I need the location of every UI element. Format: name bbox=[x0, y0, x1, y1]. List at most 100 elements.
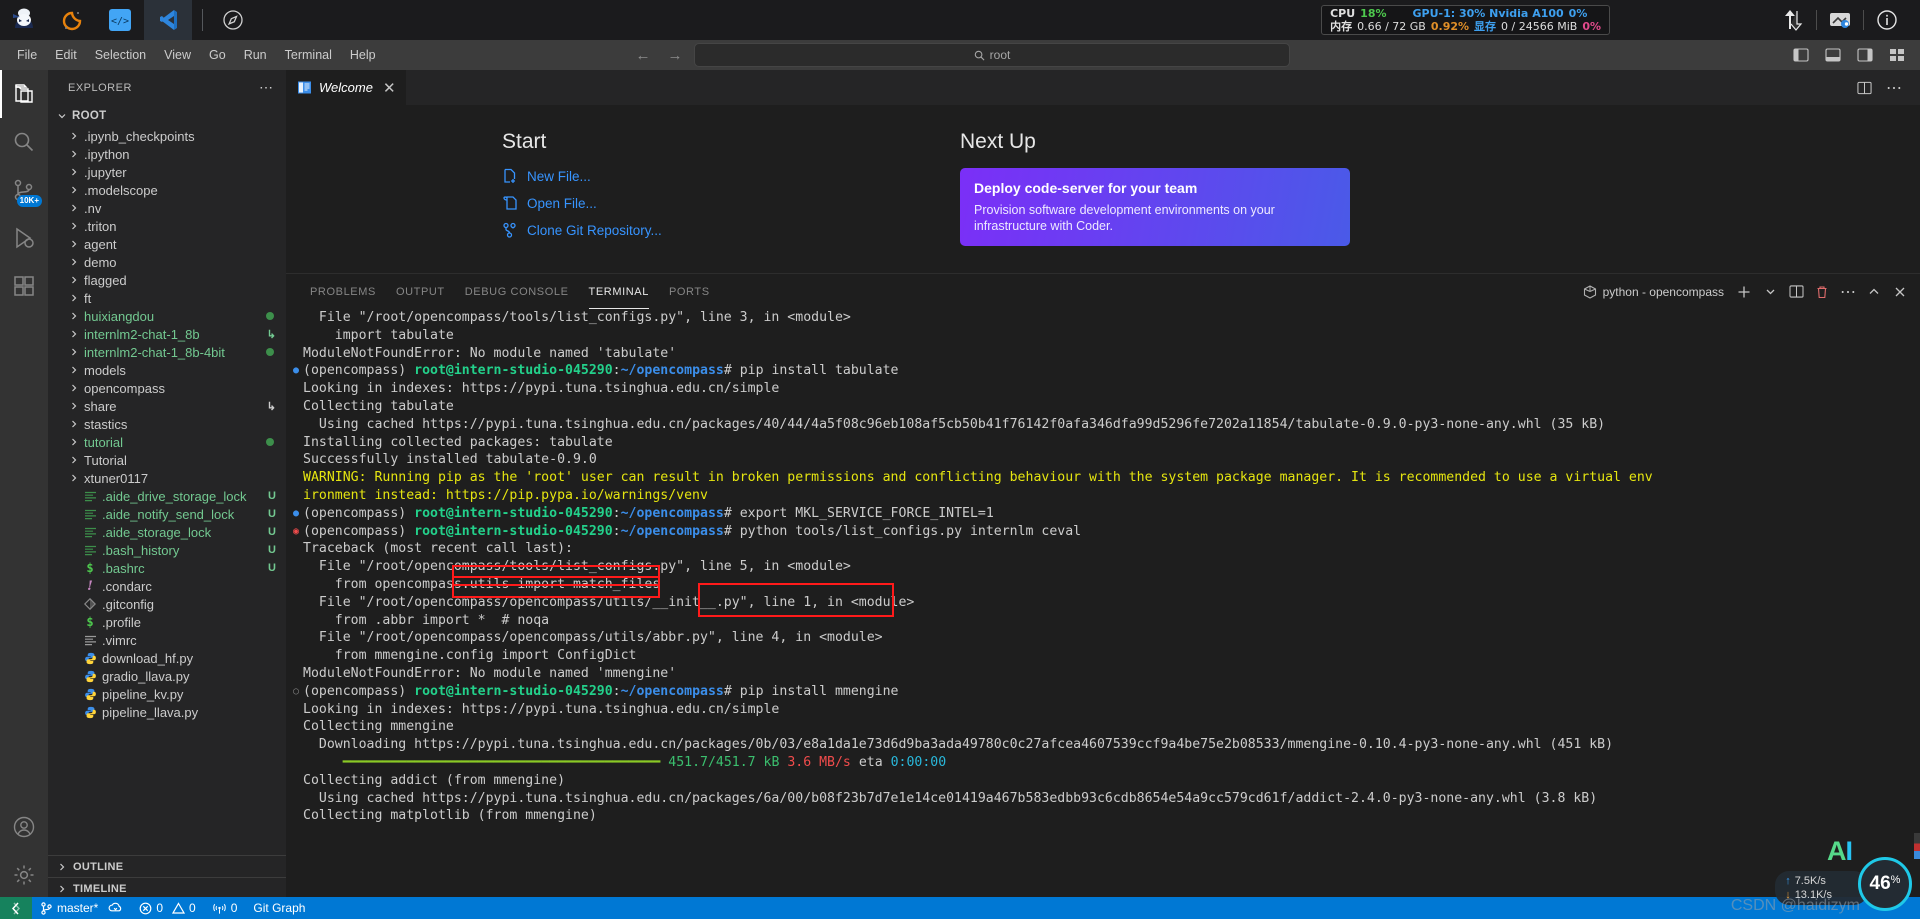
maximize-panel-icon[interactable] bbox=[1862, 278, 1886, 306]
upload-download-icon[interactable] bbox=[1770, 0, 1816, 40]
chevron-down-icon[interactable] bbox=[1758, 278, 1782, 306]
tree-folder-row[interactable]: demo bbox=[48, 253, 286, 271]
timeline-section[interactable]: TIMELINE bbox=[48, 877, 286, 899]
tree-file-row[interactable]: .bash_history U bbox=[48, 541, 286, 559]
tab-terminal[interactable]: TERMINAL bbox=[579, 274, 659, 309]
new-terminal-icon[interactable] bbox=[1732, 278, 1756, 306]
tree-folder-row[interactable]: opencompass bbox=[48, 379, 286, 397]
tree-file-row[interactable]: pipeline_llava.py bbox=[48, 703, 286, 721]
tab-problems[interactable]: PROBLEMS bbox=[300, 274, 386, 309]
explorer-root-row[interactable]: ROOT bbox=[48, 105, 286, 127]
tree-file-row[interactable]: download_hf.py bbox=[48, 649, 286, 667]
tree-file-row[interactable]: ! .condarc bbox=[48, 577, 286, 595]
menu-item-terminal[interactable]: Terminal bbox=[276, 44, 341, 66]
menu-item-edit[interactable]: Edit bbox=[46, 44, 86, 66]
tree-file-row[interactable]: gradio_llava.py bbox=[48, 667, 286, 685]
sidebar-item-accounts[interactable] bbox=[0, 803, 48, 851]
tree-file-row[interactable]: .vimrc bbox=[48, 631, 286, 649]
tree-folder-row[interactable]: ft bbox=[48, 289, 286, 307]
welcome-link-new-file[interactable]: New File... bbox=[502, 168, 662, 184]
arrow-left-icon[interactable]: ← bbox=[630, 44, 656, 66]
tree-folder-row[interactable]: stastics bbox=[48, 415, 286, 433]
tree-folder-row[interactable]: .modelscope bbox=[48, 181, 286, 199]
tree-folder-row[interactable]: agent bbox=[48, 235, 286, 253]
problems-indicator[interactable]: 0 0 bbox=[131, 897, 203, 919]
welcome-link-open-file[interactable]: Open File... bbox=[502, 195, 662, 211]
tab-debug-console[interactable]: DEBUG CONSOLE bbox=[455, 274, 579, 309]
code-logo-icon[interactable]: </> bbox=[96, 0, 144, 40]
sidebar-item-source-control[interactable]: 10K+ bbox=[0, 166, 48, 214]
sidebar-item-manage[interactable] bbox=[0, 851, 48, 899]
toggle-secondary-sidebar-icon[interactable] bbox=[1850, 43, 1880, 67]
quick-search-input[interactable]: root bbox=[694, 43, 1290, 67]
outline-section[interactable]: OUTLINE bbox=[48, 855, 286, 877]
tree-folder-row[interactable]: huixiangdou bbox=[48, 307, 286, 325]
split-editor-icon[interactable] bbox=[1850, 70, 1878, 105]
menu-item-go[interactable]: Go bbox=[200, 44, 235, 66]
terminal-text-span: File "/root/opencompass/tools/list_confi… bbox=[303, 559, 851, 575]
tree-folder-row[interactable]: flagged bbox=[48, 271, 286, 289]
tree-folder-row[interactable]: share ↳ bbox=[48, 397, 286, 415]
terminal-output[interactable]: File "/root/opencompass/tools/list_confi… bbox=[286, 309, 1920, 899]
sidebar-item-extensions[interactable] bbox=[0, 262, 48, 310]
info-icon[interactable] bbox=[1864, 0, 1910, 40]
tree-folder-row[interactable]: xtuner0117 bbox=[48, 469, 286, 487]
welcome-promo-card[interactable]: Deploy code-server for your team Provisi… bbox=[960, 168, 1350, 246]
sync-cloud-icon[interactable] bbox=[108, 902, 123, 914]
tree-folder-row[interactable]: tutorial bbox=[48, 433, 286, 451]
toggle-primary-sidebar-icon[interactable] bbox=[1786, 43, 1816, 67]
menu-item-view[interactable]: View bbox=[155, 44, 200, 66]
menu-item-selection[interactable]: Selection bbox=[86, 44, 155, 66]
radio-tower-icon bbox=[212, 902, 227, 915]
views-and-more-icon[interactable]: ⋯ bbox=[1836, 278, 1860, 306]
split-terminal-icon[interactable] bbox=[1784, 278, 1808, 306]
screen-share-icon[interactable] bbox=[1817, 0, 1863, 40]
tree-file-row[interactable]: pipeline_kv.py bbox=[48, 685, 286, 703]
ports-indicator[interactable]: 0 bbox=[204, 897, 246, 919]
tree-file-row[interactable]: .gitconfig bbox=[48, 595, 286, 613]
compass-icon[interactable] bbox=[213, 0, 253, 40]
menu-item-run[interactable]: Run bbox=[235, 44, 276, 66]
file-tree[interactable]: .ipynb_checkpoints .ipython .jupyter .model… bbox=[48, 127, 286, 855]
menu-item-help[interactable]: Help bbox=[341, 44, 385, 66]
tree-file-row[interactable]: $ .profile bbox=[48, 613, 286, 631]
tree-folder-row[interactable]: internlm2-chat-1_8b ↳ bbox=[48, 325, 286, 343]
tree-folder-row[interactable]: Tutorial bbox=[48, 451, 286, 469]
tree-file-row[interactable]: .aide_drive_storage_lock U bbox=[48, 487, 286, 505]
ninja-logo-icon[interactable] bbox=[0, 0, 48, 40]
git-branch-indicator[interactable]: master* bbox=[32, 897, 131, 919]
tab-output[interactable]: OUTPUT bbox=[386, 274, 455, 309]
vscode-logo-icon[interactable] bbox=[144, 0, 192, 40]
more-actions-icon[interactable]: ⋯ bbox=[1880, 70, 1908, 105]
moon-logo-icon[interactable] bbox=[48, 0, 96, 40]
terminal-line: Traceback (most recent call last): bbox=[286, 540, 1920, 558]
sidebar-item-explorer[interactable] bbox=[0, 70, 48, 118]
tree-folder-row[interactable]: .jupyter bbox=[48, 163, 286, 181]
tab-welcome[interactable]: Welcome ✕ bbox=[286, 70, 407, 105]
debug-icon bbox=[12, 226, 36, 250]
welcome-link-clone-repo[interactable]: Clone Git Repository... bbox=[502, 222, 662, 238]
tree-file-row[interactable]: $ .bashrc U bbox=[48, 559, 286, 577]
sidebar-item-run-and-debug[interactable] bbox=[0, 214, 48, 262]
git-graph-button[interactable]: Git Graph bbox=[245, 897, 313, 919]
arrow-right-icon[interactable]: → bbox=[662, 44, 688, 66]
tree-folder-row[interactable]: .ipython bbox=[48, 145, 286, 163]
customize-layout-icon[interactable] bbox=[1882, 43, 1912, 67]
close-panel-icon[interactable] bbox=[1888, 278, 1912, 306]
toggle-panel-icon[interactable] bbox=[1818, 43, 1848, 67]
tree-folder-row[interactable]: .nv bbox=[48, 199, 286, 217]
tree-folder-row[interactable]: internlm2-chat-1_8b-4bit bbox=[48, 343, 286, 361]
tree-file-row[interactable]: .aide_storage_lock U bbox=[48, 523, 286, 541]
tree-folder-row[interactable]: .ipynb_checkpoints bbox=[48, 127, 286, 145]
remote-indicator[interactable] bbox=[0, 897, 32, 919]
close-icon[interactable]: ✕ bbox=[383, 79, 396, 97]
tab-ports[interactable]: PORTS bbox=[659, 274, 720, 309]
tree-file-row[interactable]: .aide_notify_send_lock U bbox=[48, 505, 286, 523]
kill-terminal-icon[interactable] bbox=[1810, 278, 1834, 306]
menu-item-file[interactable]: File bbox=[8, 44, 46, 66]
tree-folder-row[interactable]: .triton bbox=[48, 217, 286, 235]
tree-folder-row[interactable]: models bbox=[48, 361, 286, 379]
terminal-instance-entry[interactable]: python - opencompass bbox=[1583, 285, 1730, 299]
sidebar-item-search[interactable] bbox=[0, 118, 48, 166]
ellipsis-icon[interactable]: ⋯ bbox=[259, 79, 274, 96]
